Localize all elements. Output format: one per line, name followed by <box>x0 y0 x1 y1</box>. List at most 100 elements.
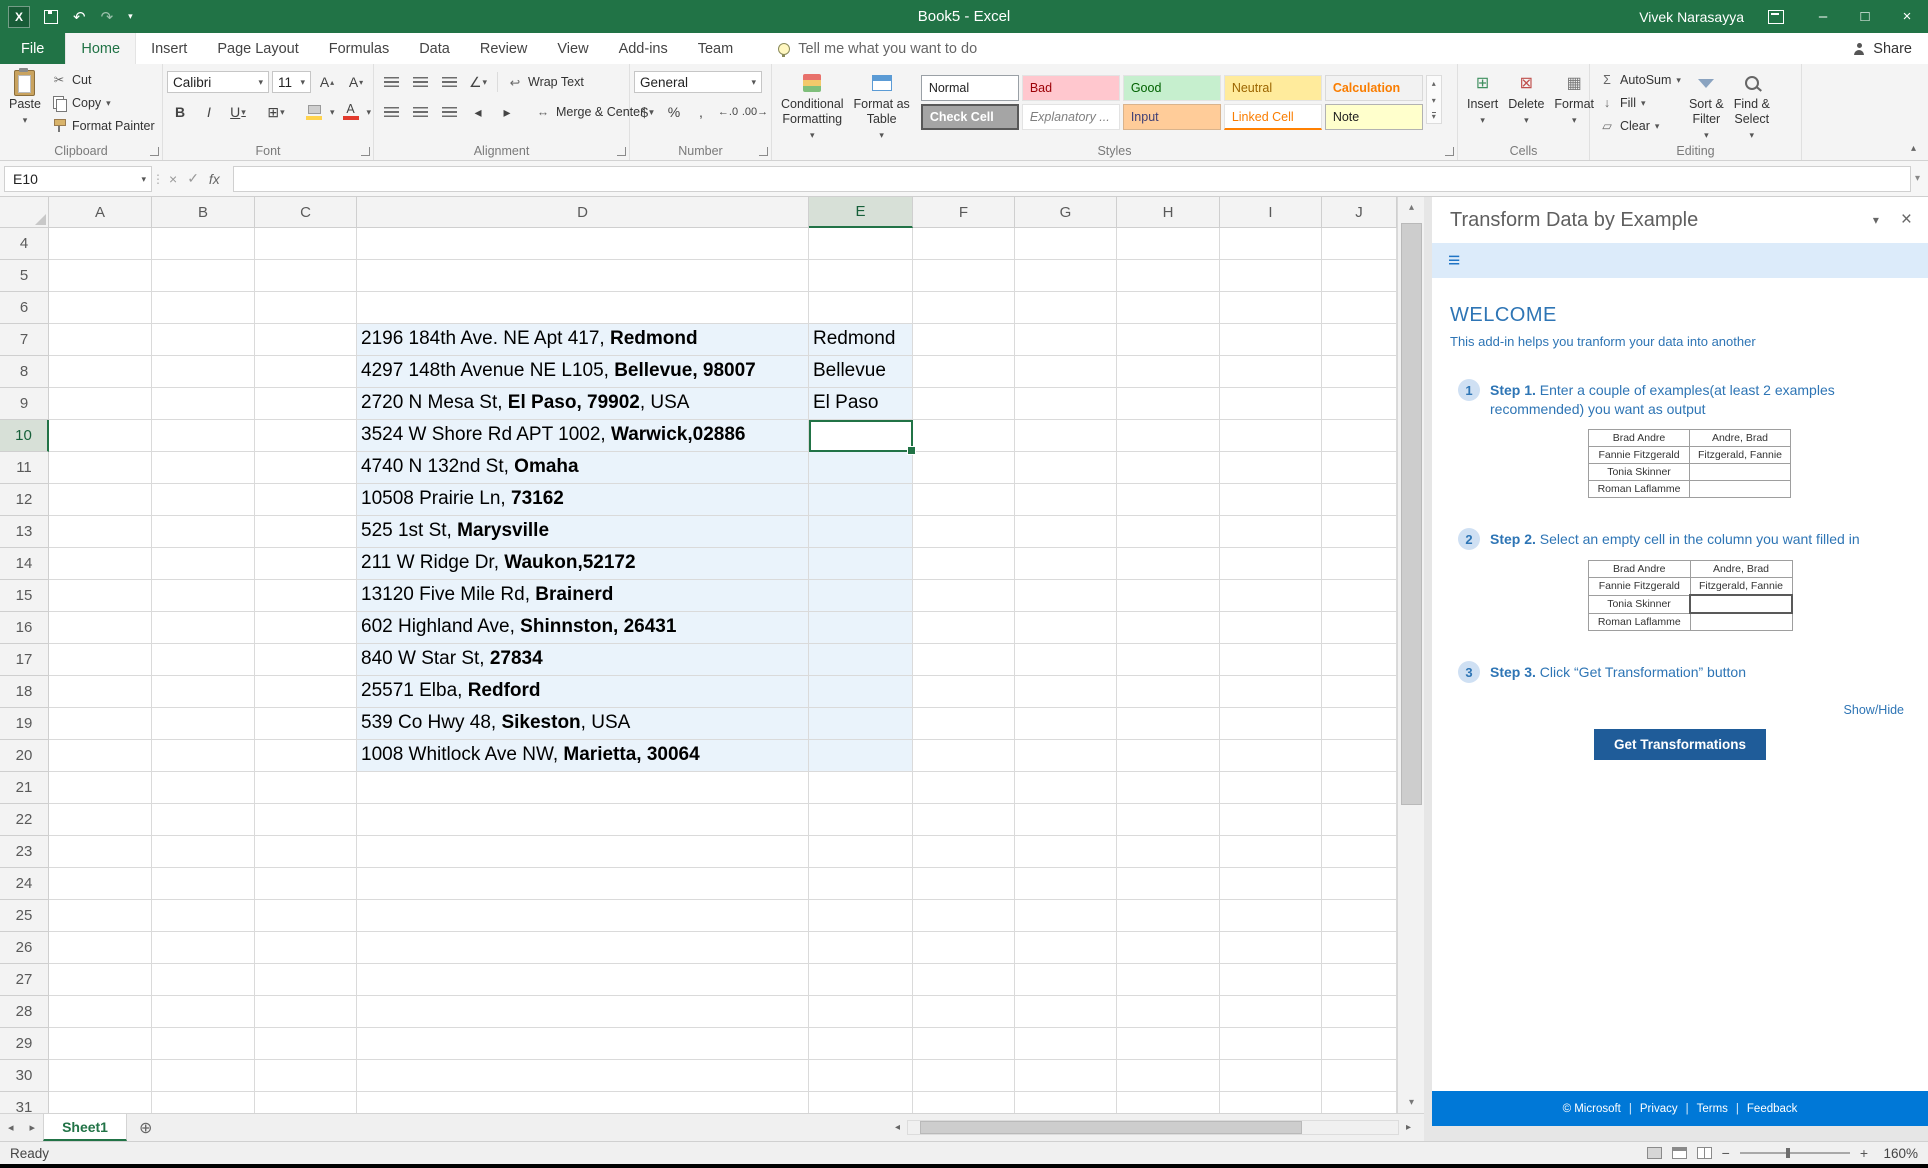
cell-E14[interactable] <box>809 548 913 580</box>
cell-B27[interactable] <box>152 964 255 996</box>
column-header-F[interactable]: F <box>913 197 1015 228</box>
cell-H19[interactable] <box>1117 708 1220 740</box>
cell-E19[interactable] <box>809 708 913 740</box>
cell-A17[interactable] <box>49 644 152 676</box>
fill-button[interactable]: ↓ Fill ▾ <box>1596 92 1684 113</box>
cell-style-neutral[interactable]: Neutral <box>1224 75 1322 101</box>
cell-G27[interactable] <box>1015 964 1117 996</box>
cell-J11[interactable] <box>1322 452 1397 484</box>
cell-I21[interactable] <box>1220 772 1322 804</box>
cell-C29[interactable] <box>255 1028 357 1060</box>
cell-D14[interactable]: 211 W Ridge Dr, Waukon,52172 <box>357 548 809 580</box>
zoom-slider-thumb[interactable] <box>1786 1148 1790 1158</box>
cell-I30[interactable] <box>1220 1060 1322 1092</box>
cell-C5[interactable] <box>255 260 357 292</box>
insert-cells-button[interactable]: ⊞ Insert ▾ <box>1462 69 1503 130</box>
cell-C25[interactable] <box>255 900 357 932</box>
cell-H18[interactable] <box>1117 676 1220 708</box>
cell-I22[interactable] <box>1220 804 1322 836</box>
cell-E15[interactable] <box>809 580 913 612</box>
cell-G28[interactable] <box>1015 996 1117 1028</box>
format-as-table-button[interactable]: Format as Table ▾ <box>849 69 915 145</box>
cell-F25[interactable] <box>913 900 1015 932</box>
cell-E24[interactable] <box>809 868 913 900</box>
cell-G26[interactable] <box>1015 932 1117 964</box>
format-cells-dropdown-icon[interactable]: ▾ <box>1572 113 1577 128</box>
clipboard-dialog-launcher-icon[interactable] <box>150 147 159 156</box>
cell-J13[interactable] <box>1322 516 1397 548</box>
cell-B24[interactable] <box>152 868 255 900</box>
bold-button[interactable]: B <box>167 101 193 123</box>
cell-A22[interactable] <box>49 804 152 836</box>
cell-H4[interactable] <box>1117 228 1220 260</box>
cell-H28[interactable] <box>1117 996 1220 1028</box>
wrap-text-button[interactable]: ↩ Wrap Text <box>504 72 587 93</box>
cell-H8[interactable] <box>1117 356 1220 388</box>
cell-J10[interactable] <box>1322 420 1397 452</box>
cell-E25[interactable] <box>809 900 913 932</box>
cell-G9[interactable] <box>1015 388 1117 420</box>
autosum-button[interactable]: Σ AutoSum ▾ <box>1596 69 1684 90</box>
select-all-corner[interactable] <box>0 197 49 228</box>
cell-C4[interactable] <box>255 228 357 260</box>
cell-D4[interactable] <box>357 228 809 260</box>
tab-review[interactable]: Review <box>465 33 543 64</box>
cell-I19[interactable] <box>1220 708 1322 740</box>
cell-F18[interactable] <box>913 676 1015 708</box>
cell-E12[interactable] <box>809 484 913 516</box>
cell-style-input[interactable]: Input <box>1123 104 1221 130</box>
cell-I23[interactable] <box>1220 836 1322 868</box>
cell-D5[interactable] <box>357 260 809 292</box>
cell-H30[interactable] <box>1117 1060 1220 1092</box>
feedback-link[interactable]: Feedback <box>1747 1103 1798 1115</box>
cell-I13[interactable] <box>1220 516 1322 548</box>
align-right-button[interactable] <box>436 101 462 123</box>
column-header-A[interactable]: A <box>49 197 152 228</box>
cell-E16[interactable] <box>809 612 913 644</box>
zoom-in-icon[interactable]: + <box>1860 1145 1868 1161</box>
cell-C10[interactable] <box>255 420 357 452</box>
find-select-button[interactable]: Find & Select ▾ <box>1729 69 1775 145</box>
cell-A16[interactable] <box>49 612 152 644</box>
cell-J14[interactable] <box>1322 548 1397 580</box>
cell-C16[interactable] <box>255 612 357 644</box>
cell-G14[interactable] <box>1015 548 1117 580</box>
decrease-decimal-button[interactable]: .00→ <box>742 101 768 123</box>
cell-H29[interactable] <box>1117 1028 1220 1060</box>
row-header-16[interactable]: 16 <box>0 612 49 644</box>
cell-F27[interactable] <box>913 964 1015 996</box>
cell-A20[interactable] <box>49 740 152 772</box>
accounting-format-button[interactable]: $▾ <box>634 101 660 123</box>
number-format-dropdown-icon[interactable]: ▾ <box>751 77 756 88</box>
cell-D16[interactable]: 602 Highland Ave, Shinnston, 26431 <box>357 612 809 644</box>
cell-J17[interactable] <box>1322 644 1397 676</box>
cell-C6[interactable] <box>255 292 357 324</box>
cell-D11[interactable]: 4740 N 132nd St, Omaha <box>357 452 809 484</box>
cell-I28[interactable] <box>1220 996 1322 1028</box>
excel-app-icon[interactable]: X <box>8 6 30 28</box>
cell-F19[interactable] <box>913 708 1015 740</box>
formula-input[interactable] <box>233 166 1911 192</box>
cell-B19[interactable] <box>152 708 255 740</box>
cell-D13[interactable]: 525 1st St, Marysville <box>357 516 809 548</box>
cell-H11[interactable] <box>1117 452 1220 484</box>
cell-I5[interactable] <box>1220 260 1322 292</box>
cell-style-check-cell[interactable]: Check Cell <box>921 104 1019 130</box>
microsoft-link[interactable]: © Microsoft <box>1563 1103 1621 1115</box>
cell-A4[interactable] <box>49 228 152 260</box>
cell-E10[interactable] <box>809 420 913 452</box>
paste-button[interactable]: Paste ▾ <box>4 69 46 130</box>
cell-style-calculation[interactable]: Calculation <box>1325 75 1423 101</box>
cell-E29[interactable] <box>809 1028 913 1060</box>
pane-close-icon[interactable]: × <box>1901 209 1912 231</box>
orientation-button[interactable]: ∠▾ <box>465 71 491 93</box>
cell-D6[interactable] <box>357 292 809 324</box>
cell-G17[interactable] <box>1015 644 1117 676</box>
fill-handle[interactable] <box>907 446 916 455</box>
row-header-15[interactable]: 15 <box>0 580 49 612</box>
cell-J19[interactable] <box>1322 708 1397 740</box>
cell-B6[interactable] <box>152 292 255 324</box>
styles-dialog-launcher-icon[interactable] <box>1445 147 1454 156</box>
cell-F31[interactable] <box>913 1092 1015 1113</box>
cell-H10[interactable] <box>1117 420 1220 452</box>
